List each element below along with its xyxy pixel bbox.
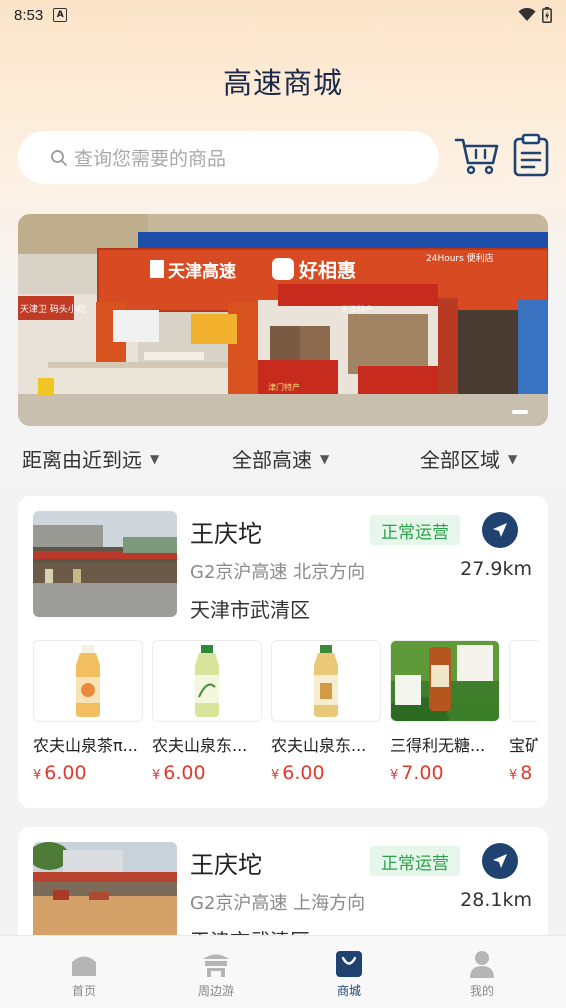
product-item[interactable]: 农夫山泉东... ¥6.00 <box>271 640 381 784</box>
search-icon <box>51 149 67 166</box>
product-image <box>271 640 381 722</box>
product-name: 农夫山泉东... <box>152 736 248 755</box>
service-area-photo <box>33 511 177 617</box>
pavilion-icon <box>203 954 229 977</box>
product-price: ¥6.00 <box>152 762 262 784</box>
product-price: ¥7.00 <box>390 762 500 784</box>
store-card[interactable]: 王庆坨 正常运营 G2京沪高速 北京方向 27.9km 天津市武清区 农夫山泉茶… <box>18 496 548 808</box>
status-badge: 正常运营 <box>370 515 460 545</box>
banner-brand-sign: 天津高速 <box>168 261 236 282</box>
navigation-arrow-icon <box>493 854 507 868</box>
promo-banner[interactable]: 天津高速 好相惠 24Hours 便利店 天津卫 码头小吃 天津特产 津门特产 <box>18 214 548 426</box>
clipboard-list-icon <box>513 133 549 177</box>
tab-label: 商城 <box>336 984 361 998</box>
oolong-tea-photo <box>391 641 499 721</box>
tea-bottle-photo <box>314 645 338 717</box>
product-scroll-list[interactable]: 农夫山泉茶π... ¥6.00 农夫山泉东... ¥6.00 农夫山泉东... … <box>33 640 538 790</box>
battery-icon <box>542 7 552 23</box>
store-interior-photo: 天津高速 好相惠 24Hours 便利店 天津卫 码头小吃 天津特产 津门特产 <box>18 214 548 426</box>
currency-symbol: ¥ <box>271 768 280 783</box>
service-area-photo <box>33 842 177 948</box>
shopping-cart-icon <box>454 138 499 175</box>
home-icon <box>72 956 96 976</box>
currency-symbol: ¥ <box>33 768 42 783</box>
tab-home[interactable]: 首页 <box>34 936 134 1008</box>
filter-label: 距离由近到远 <box>22 448 142 472</box>
status-badge: 正常运营 <box>370 846 460 876</box>
bottom-tab-bar: 首页 周边游 商城 我的 <box>0 935 566 1008</box>
caret-down-icon: ▼ <box>150 451 160 466</box>
search-input[interactable]: 查询您需要的商品 <box>18 131 439 184</box>
product-name: 三得利无糖... <box>390 736 486 755</box>
store-thumbnail <box>33 511 177 617</box>
banner-counter-sign: 津门特产 <box>268 382 300 392</box>
price-value: 6.00 <box>44 762 87 784</box>
filter-highway[interactable]: 全部高速 ▼ <box>232 444 329 473</box>
wifi-icon <box>518 8 536 21</box>
product-price: ¥6.00 <box>33 762 143 784</box>
tab-profile[interactable]: 我的 <box>432 936 532 1008</box>
price-value: 8 <box>520 762 533 784</box>
price-value: 6.00 <box>163 762 206 784</box>
search-placeholder: 查询您需要的商品 <box>74 148 227 170</box>
status-icons <box>518 7 552 23</box>
store-thumbnail <box>33 842 177 948</box>
caret-down-icon: ▼ <box>320 451 330 466</box>
product-image <box>390 640 500 722</box>
tab-mall[interactable]: 商城 <box>299 936 399 1008</box>
tea-bottle-photo <box>76 645 100 717</box>
product-price: ¥6.00 <box>271 762 381 784</box>
product-item[interactable]: 农夫山泉东... ¥6.00 <box>152 640 262 784</box>
product-item[interactable]: 宝矿 ¥8 <box>509 640 538 784</box>
tab-label: 我的 <box>469 984 494 998</box>
page-title: 高速商城 <box>222 66 343 100</box>
orders-button[interactable] <box>512 133 550 177</box>
filter-label: 全部高速 <box>232 448 312 472</box>
currency-symbol: ¥ <box>509 768 518 783</box>
notification-a-icon: A <box>53 8 68 22</box>
navigate-button[interactable] <box>482 843 518 879</box>
product-name: 宝矿 <box>509 736 538 755</box>
tab-label: 首页 <box>71 984 96 998</box>
banner-shelf-sign: 天津特产 <box>341 304 373 314</box>
status-time: 8:53 <box>14 6 44 24</box>
store-region: 天津市武清区 <box>190 598 310 622</box>
shopping-bag-icon <box>336 951 362 977</box>
store-name: 王庆坨 <box>190 851 262 879</box>
product-image <box>152 640 262 722</box>
store-distance: 27.9km <box>460 558 532 580</box>
product-name: 农夫山泉东... <box>271 736 367 755</box>
store-distance: 28.1km <box>460 889 532 911</box>
filter-sort-distance[interactable]: 距离由近到远 ▼ <box>22 444 159 473</box>
caret-down-icon: ▼ <box>508 451 518 466</box>
currency-symbol: ¥ <box>152 768 161 783</box>
store-name: 王庆坨 <box>190 520 262 548</box>
product-image <box>33 640 143 722</box>
store-route: G2京沪高速 上海方向 <box>190 893 366 914</box>
filter-bar: 距离由近到远 ▼ 全部高速 ▼ 全部区域 ▼ <box>0 438 566 478</box>
product-name: 农夫山泉茶π... <box>33 736 138 755</box>
product-price: ¥8 <box>509 762 538 784</box>
cart-button[interactable] <box>454 132 500 178</box>
banner-hours-sign: 24Hours 便利店 <box>426 252 494 264</box>
navigation-arrow-icon <box>493 523 507 537</box>
store-route: G2京沪高速 北京方向 <box>190 562 366 583</box>
navigate-button[interactable] <box>482 512 518 548</box>
product-image <box>509 640 538 722</box>
status-bar: 8:53 A <box>0 0 566 30</box>
currency-symbol: ¥ <box>390 768 399 783</box>
tab-nearby-travel[interactable]: 周边游 <box>166 936 266 1008</box>
banner-store-sign: 好相惠 <box>298 259 356 282</box>
product-item[interactable]: 农夫山泉茶π... ¥6.00 <box>33 640 143 784</box>
banner-indicator <box>512 410 528 414</box>
filter-region[interactable]: 全部区域 ▼ <box>420 444 517 473</box>
price-value: 7.00 <box>401 762 444 784</box>
price-value: 6.00 <box>282 762 325 784</box>
filter-label: 全部区域 <box>420 448 500 472</box>
banner-side-sign: 天津卫 码头小吃 <box>20 303 86 315</box>
tea-bottle-photo <box>195 645 219 717</box>
tab-label: 周边游 <box>197 984 234 998</box>
user-icon <box>470 951 494 978</box>
product-item[interactable]: 三得利无糖... ¥7.00 <box>390 640 500 784</box>
